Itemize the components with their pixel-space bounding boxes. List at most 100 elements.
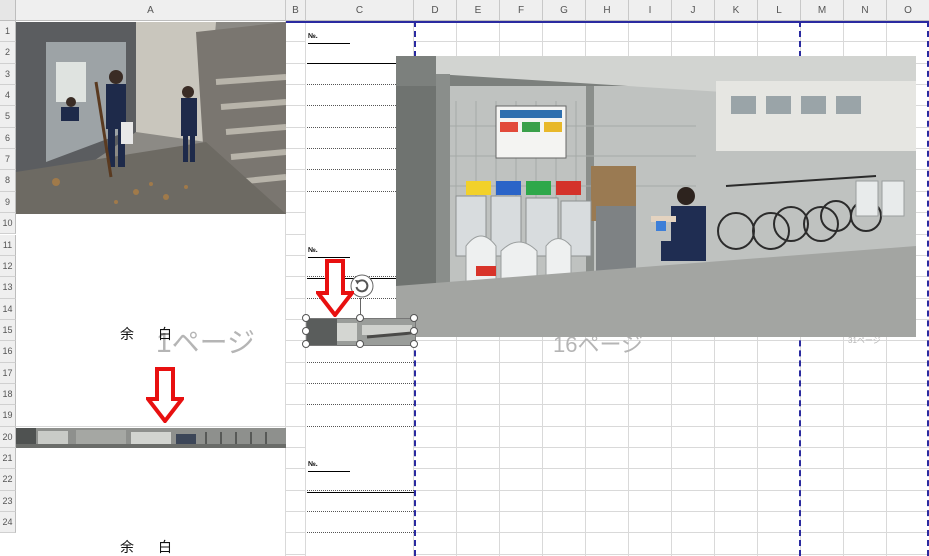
column-header-j[interactable]: J (672, 0, 715, 21)
margin-text: 余白 (120, 539, 196, 555)
row-header-21[interactable]: 21 (0, 448, 16, 470)
row-header-8[interactable]: 8 (0, 170, 16, 192)
row-header-1[interactable]: 1 (0, 21, 16, 43)
row-header-6[interactable]: 6 (0, 127, 16, 150)
row-header-2[interactable]: 2 (0, 42, 16, 64)
resize-handle-sw[interactable] (302, 340, 310, 348)
grid-line (286, 532, 306, 534)
grid-line (286, 297, 306, 299)
column-header-l[interactable]: L (758, 0, 801, 21)
column-header-d[interactable]: D (414, 0, 457, 21)
grid-line (414, 425, 929, 427)
row-header-15[interactable]: 15 (0, 319, 16, 342)
column-header-c[interactable]: C (306, 0, 414, 21)
resize-handle-se[interactable] (410, 340, 418, 348)
row-header-11[interactable]: 11 (0, 234, 16, 256)
garbage-station-cleaning-photo[interactable] (396, 56, 916, 337)
grid-line (414, 382, 929, 384)
grid-line (286, 553, 306, 555)
grid-line (286, 254, 306, 256)
resize-handle-ne[interactable] (410, 314, 418, 322)
row-header-17[interactable]: 17 (0, 362, 16, 384)
grid-line (286, 190, 306, 192)
grid-line (286, 126, 306, 128)
row-header-7[interactable]: 7 (0, 149, 16, 171)
resize-handle-nw[interactable] (302, 314, 310, 322)
column-header-b[interactable]: B (286, 0, 306, 21)
grid-line (286, 361, 306, 363)
grid-line (414, 511, 929, 513)
row-header-5[interactable]: 5 (0, 106, 16, 128)
column-header-e[interactable]: E (457, 0, 500, 21)
number-label: №. (308, 33, 350, 44)
margin-text: 余白 (120, 326, 196, 342)
row-header-19[interactable]: 19 (0, 405, 16, 427)
column-header-m[interactable]: M (801, 0, 844, 21)
resize-handle-s[interactable] (356, 340, 364, 348)
grid-line (286, 276, 306, 278)
grid-line (286, 511, 306, 513)
row-header-4[interactable]: 4 (0, 85, 16, 107)
grid-line (286, 169, 306, 171)
row-header-10[interactable]: 10 (0, 213, 16, 235)
column-header-n[interactable]: N (844, 0, 887, 21)
corridor-cleaning-photo[interactable] (16, 22, 286, 214)
form-dotted-line (307, 532, 414, 534)
grid-line (286, 105, 306, 107)
grid-line (414, 553, 929, 555)
row-header-24[interactable]: 24 (0, 512, 16, 534)
column-header-f[interactable]: F (500, 0, 543, 21)
print-area-top-border (286, 21, 929, 23)
grid-line (414, 489, 929, 491)
form-dotted-line (307, 489, 414, 491)
grid-line (286, 148, 306, 150)
resize-handle-e[interactable] (410, 327, 418, 335)
form-line (307, 492, 414, 493)
form-dotted-line (307, 361, 414, 363)
form-dotted-line (307, 382, 414, 384)
grid-line (414, 468, 929, 470)
row-header-9[interactable]: 9 (0, 191, 16, 214)
grid-line (414, 447, 929, 448)
select-all-corner[interactable] (0, 0, 16, 21)
grid-line (286, 84, 306, 86)
row-header-3[interactable]: 3 (0, 63, 16, 86)
grid-line (286, 468, 306, 470)
grid-line (414, 532, 929, 534)
form-dotted-line (307, 511, 414, 513)
worksheet-grid[interactable]: 1ページ 16ページ 31ページ №. №. №. 余白 余白 (16, 21, 929, 556)
column-header-g[interactable]: G (543, 0, 586, 21)
row-header-13[interactable]: 13 (0, 277, 16, 299)
grid-line (286, 382, 306, 384)
grid-line (286, 489, 306, 491)
grid-line (286, 62, 306, 64)
grid-line (286, 404, 306, 406)
row-header-12[interactable]: 12 (0, 255, 16, 278)
form-dotted-line (307, 425, 414, 427)
grid-line (305, 21, 306, 556)
column-header-o[interactable]: O (887, 0, 929, 21)
number-label: №. (308, 247, 350, 258)
down-arrow-icon (143, 367, 187, 428)
form-dotted-line (307, 404, 414, 406)
column-header-k[interactable]: K (715, 0, 758, 21)
row-header-22[interactable]: 22 (0, 469, 16, 491)
column-header-i[interactable]: I (629, 0, 672, 21)
down-arrow-icon (313, 259, 357, 322)
column-header-h[interactable]: H (586, 0, 629, 21)
row-header-14[interactable]: 14 (0, 298, 16, 320)
number-label: №. (308, 461, 350, 472)
row-header-18[interactable]: 18 (0, 383, 16, 406)
grid-line (414, 41, 929, 43)
resize-handle-w[interactable] (302, 327, 310, 335)
panorama-strip-image[interactable] (16, 428, 286, 448)
row-header-23[interactable]: 23 (0, 490, 16, 513)
grid-line (414, 404, 929, 406)
row-header-16[interactable]: 16 (0, 341, 16, 363)
rotate-handle-connector (360, 298, 361, 314)
column-header-a[interactable]: A (16, 0, 286, 21)
grid-line (286, 41, 306, 43)
grid-line (286, 233, 306, 235)
row-header-20[interactable]: 20 (0, 426, 16, 448)
resize-handle-n[interactable] (356, 314, 364, 322)
